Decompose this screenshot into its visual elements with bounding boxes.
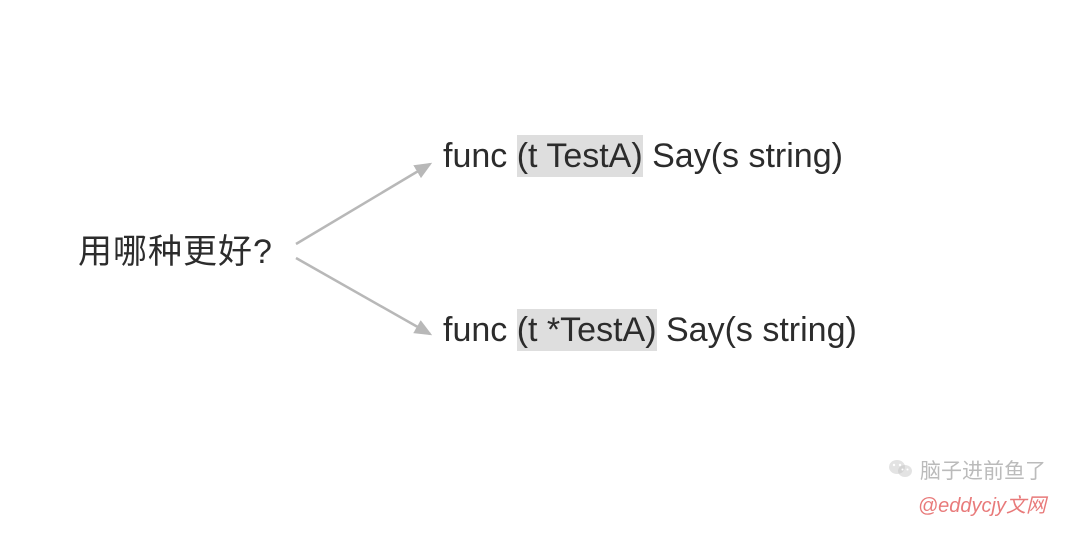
code1-suffix: Say(s string)	[643, 137, 843, 175]
wechat-icon	[888, 458, 914, 486]
watermark-handle: @eddycjy文网	[918, 489, 1046, 518]
code-option-2: func (t *TestA) Say(s string)	[443, 311, 857, 350]
arrow-down	[288, 244, 448, 354]
code2-prefix: func	[443, 311, 517, 349]
arrow-up	[288, 148, 448, 258]
code2-receiver: (t *TestA)	[517, 309, 657, 351]
code1-prefix: func	[443, 137, 517, 175]
watermark-wechat-text: 脑子进前鱼了	[920, 460, 1046, 483]
code1-receiver: (t TestA)	[517, 135, 643, 177]
question-text: 用哪种更好?	[78, 224, 273, 273]
watermark-wechat: 脑子进前鱼了	[888, 455, 1046, 486]
code-option-1: func (t TestA) Say(s string)	[443, 137, 843, 176]
code2-suffix: Say(s string)	[657, 311, 857, 349]
